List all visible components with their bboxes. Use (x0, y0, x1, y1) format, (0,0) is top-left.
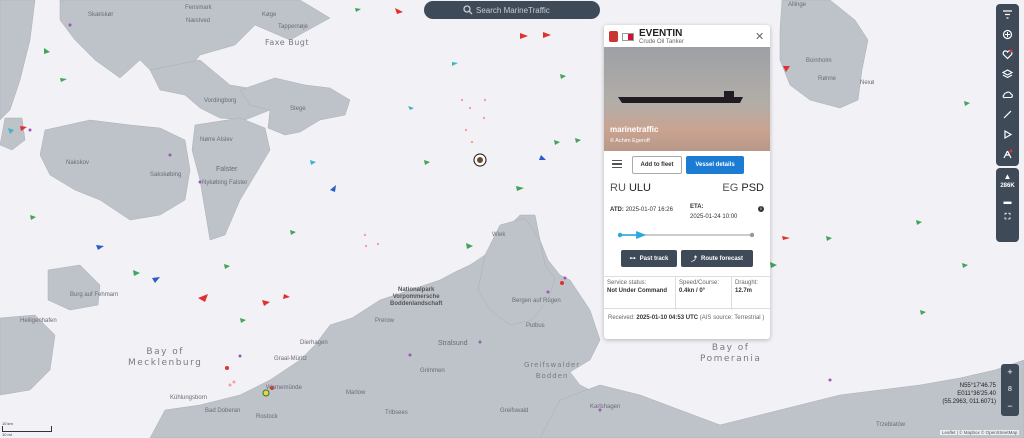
place-label: Rostock (256, 414, 278, 420)
photo-credit: © Achim Egeroff (610, 138, 650, 144)
place-label: Sakskøbing (150, 172, 182, 178)
place-label: Nakskov (66, 160, 90, 166)
place-label: Stege (290, 106, 306, 112)
place-label: Stralsund (438, 340, 468, 347)
screenshot-icon[interactable]: ▬ (996, 189, 1019, 206)
voyage-progress (618, 231, 754, 239)
place-label: Nykøbing Falster (202, 180, 248, 186)
vessel-details-button[interactable]: Vessel details (686, 156, 744, 174)
place-label: Vordingborg (204, 98, 237, 104)
place-label: Tappernøje (278, 24, 309, 30)
draught: Draught: 12.7m (735, 280, 759, 294)
place-label: Prerow (375, 318, 395, 324)
place-label: Kühlungsborn (170, 395, 208, 401)
scale-icon: ▲ (1003, 172, 1012, 181)
place-label: Burg auf Fehmarn (70, 292, 119, 298)
layers-icon[interactable] (996, 24, 1019, 44)
place-label: Bornholm (806, 58, 832, 64)
weather-icon[interactable] (996, 84, 1019, 104)
place-label: Tribsees (385, 410, 408, 416)
search-placeholder: Search MarineTraffic (476, 5, 550, 15)
map-scale-controls: ▲ 286K ▬ ⛶ (996, 168, 1019, 242)
place-label: Rønne (818, 76, 837, 82)
forecast-icon: ⤴ (690, 257, 697, 263)
place-label: Bad Doberan (205, 408, 241, 414)
zoom-out-button[interactable]: − (1001, 398, 1019, 415)
place-label: Greifswald (500, 408, 529, 414)
measure-icon[interactable] (996, 104, 1019, 124)
place-label: Køge (262, 12, 277, 18)
ship-image (618, 91, 743, 103)
place-label: Graal-Müritz (274, 356, 308, 362)
add-to-fleet-button[interactable]: Add to fleet (632, 156, 682, 174)
origin-country: RU (610, 182, 626, 194)
place-label: Skælskør (88, 12, 114, 18)
sea-label-pomerania: Bay of Pomerania (700, 343, 762, 364)
vessel-card-header: EVENTIN Crude Oil Tanker ✕ (604, 25, 770, 47)
zoom-scale-label: 286K (1000, 183, 1015, 189)
place-label: Wiek (492, 232, 506, 238)
map-toolbar (996, 4, 1019, 166)
photo-watermark: marinetraffic (610, 125, 659, 134)
place-label: Putbus (526, 323, 545, 329)
place-label: Trzebiatów (876, 422, 906, 428)
map-layers-icon[interactable] (996, 64, 1019, 84)
coordinates-readout: N55°17'46.75 E011°36'25.40 (55.2963, 011… (940, 382, 996, 406)
map-attribution[interactable]: Leaflet | © Mapbox © OpenStreetMap (940, 430, 1020, 435)
fullscreen-icon[interactable]: ⛶ (996, 206, 1019, 222)
vessel-type: Crude Oil Tanker (639, 39, 684, 45)
place-label: Grimmen (420, 368, 445, 374)
origin-port[interactable]: ULU (629, 182, 651, 194)
place-label: Næstved (186, 18, 211, 24)
search-icon (463, 5, 473, 15)
map-canvas[interactable] (0, 0, 1024, 438)
place-label: Warnemünde (266, 385, 302, 391)
route-forecast-button[interactable]: ⤴ Route forecast (681, 250, 753, 267)
menu-icon[interactable] (612, 160, 622, 168)
place-label: Karlshagen (590, 404, 621, 410)
received-info: Received: 2025-01-10 04:53 UTC (AIS sour… (608, 315, 765, 321)
place-label: Fensmark (185, 5, 212, 11)
past-track-button[interactable]: ⊶ Past track (621, 250, 677, 267)
vessel-name: EVENTIN (639, 28, 683, 39)
place-label: Allinge (788, 2, 807, 8)
park-label: Nationalpark Vorpommersche Boddenlandschaf… (390, 287, 443, 307)
track-icon: ⊶ (629, 256, 636, 262)
flag-icon (622, 33, 634, 41)
hazard-icon (609, 31, 618, 42)
notifications-icon[interactable] (996, 144, 1019, 164)
sea-label-mecklenburg: Bay of Mecklenburg (128, 347, 203, 368)
service-status: Service status: Not Under Command (604, 277, 676, 310)
destination-country: EG (722, 182, 739, 194)
speed-course: Speed/Course: 0.4kn / 0° (676, 277, 732, 310)
coord-lon: E011°36'25.40 (957, 391, 996, 397)
filters-icon[interactable] (996, 4, 1019, 24)
atd: ATD: 2025-01-07 16:26 (610, 207, 673, 213)
favorites-icon[interactable] (996, 44, 1019, 64)
vessel-photo[interactable]: marinetraffic © Achim Egeroff (604, 47, 770, 151)
sea-label-faxe-bugt: Faxe Bugt (265, 38, 309, 47)
place-label: Dierhagen (300, 340, 328, 346)
play-icon[interactable] (996, 124, 1019, 144)
place-label: Nexø (860, 80, 875, 86)
place-label: Nørre Alslev (200, 137, 233, 143)
place-label: Falster (216, 166, 238, 173)
sea-label-greifswalder: Greifswalder Bodden (524, 361, 581, 380)
vessel-card: EVENTIN Crude Oil Tanker ✕ marinetraffic… (604, 25, 770, 339)
info-icon[interactable]: i (758, 206, 764, 212)
place-label: Bergen auf Rügen (512, 298, 561, 304)
scale-bar: 10 km 10 mi (2, 421, 52, 437)
close-icon[interactable]: ✕ (755, 30, 764, 43)
zoom-control: + 8 − (1001, 364, 1019, 416)
place-label: Heiligenhafen (20, 318, 57, 324)
search-bar[interactable]: Search MarineTraffic (424, 1, 600, 19)
coord-decimal: (55.2963, 011.6071) (942, 399, 996, 405)
coord-lat: N55°17'46.75 (959, 383, 996, 389)
eta: ETA: 2025-01-24 10:00 (690, 204, 738, 220)
zoom-level-button[interactable]: 8 (1001, 381, 1019, 398)
zoom-in-button[interactable]: + (1001, 364, 1019, 381)
destination-port[interactable]: PSD (741, 182, 764, 194)
place-label: Marlow (346, 390, 366, 396)
